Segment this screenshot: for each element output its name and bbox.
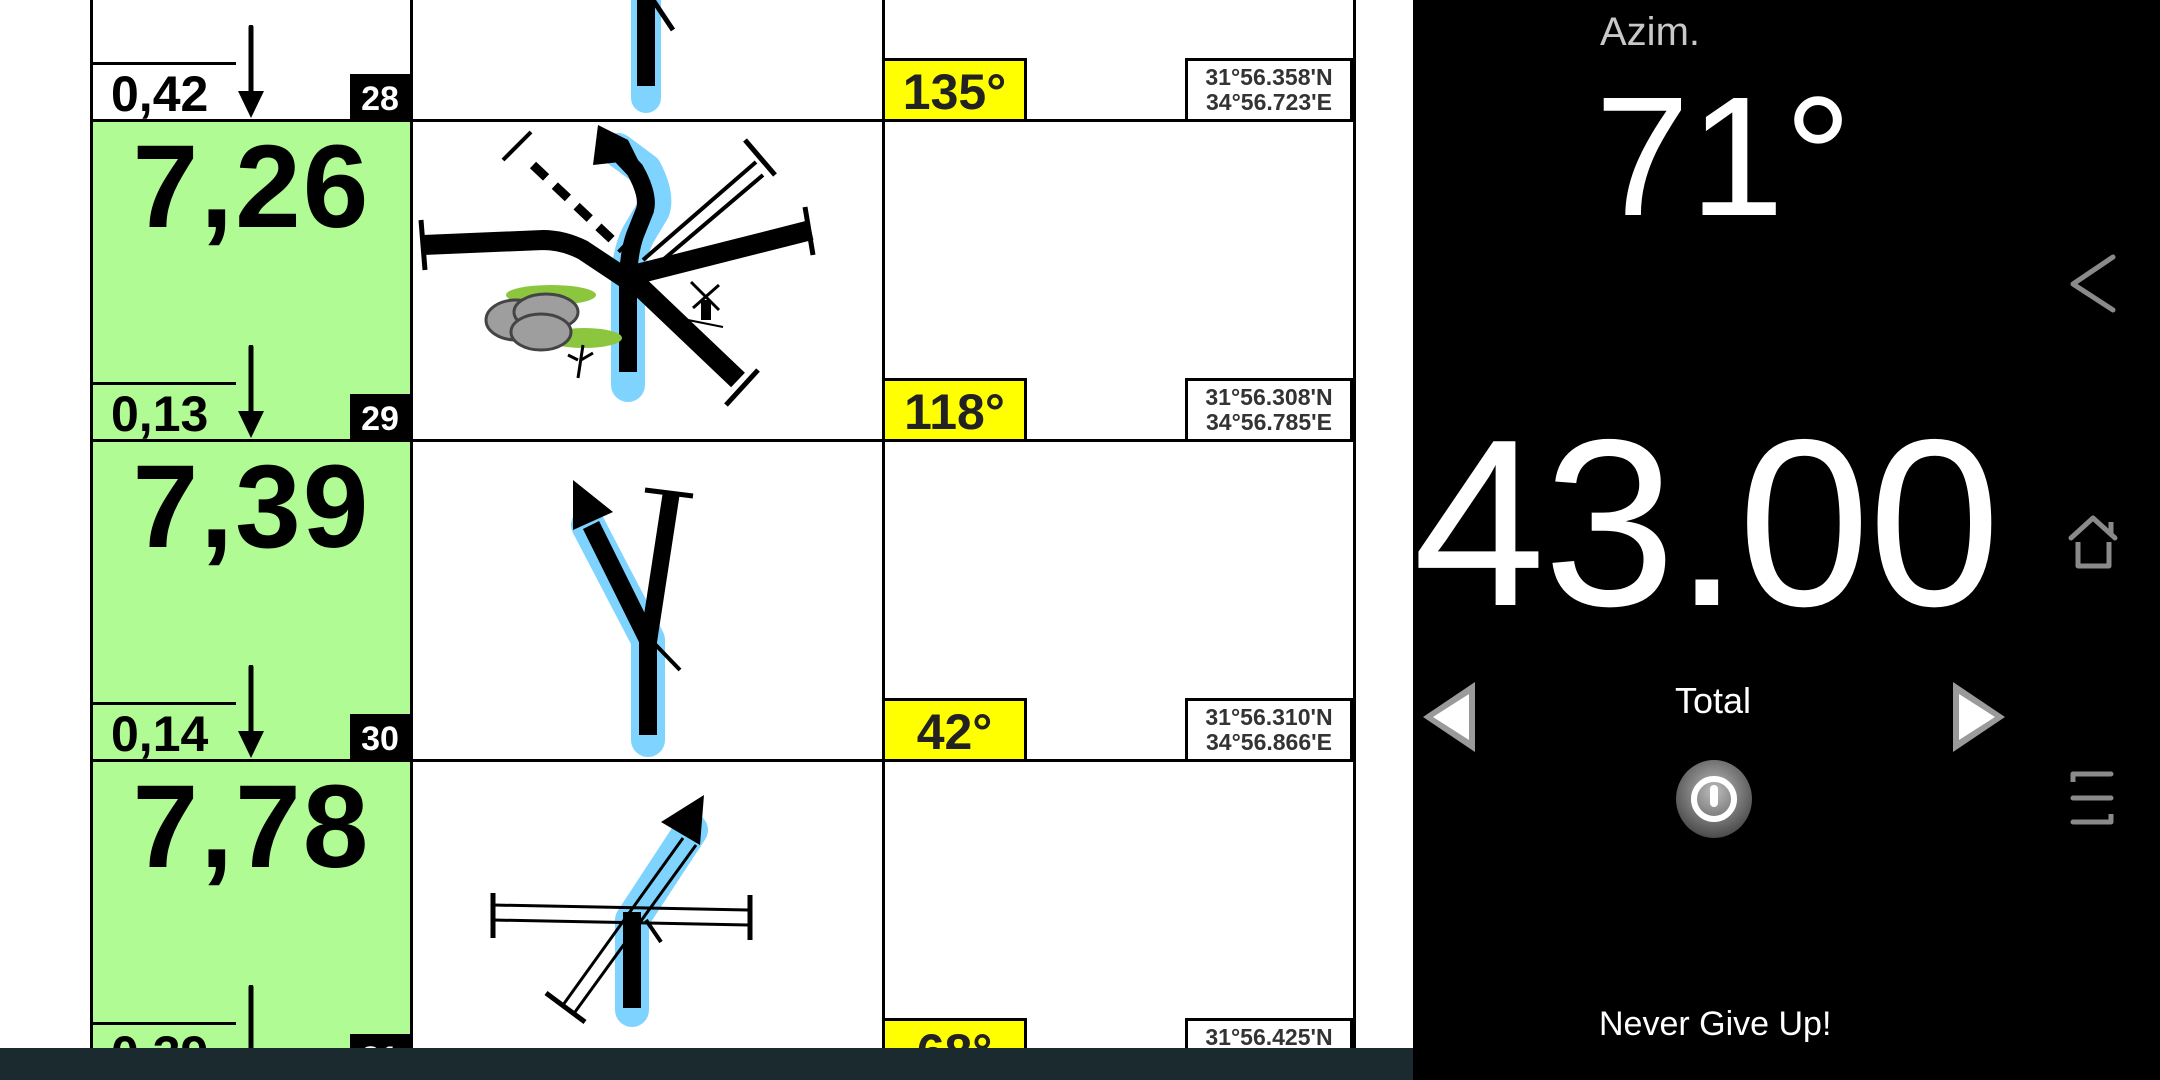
longitude: 34°56.723'E: [1206, 89, 1332, 115]
latitude: 31°56.308'N: [1205, 384, 1333, 410]
straight-path-symbol: [631, 0, 676, 113]
cumulative-distance: 7,39: [132, 441, 371, 573]
down-arrow-icon: [238, 345, 264, 438]
control-number: 28: [350, 74, 410, 120]
latitude: 31°56.358'N: [1205, 64, 1333, 90]
leg-distance: 0,42: [93, 62, 236, 122]
row-divider: [90, 759, 1356, 762]
latitude: 31°56.425'N: [1205, 1024, 1333, 1050]
coordinates-box: 31°56.308'N 34°56.785'E: [1185, 378, 1353, 440]
coordinates-box: 31°56.358'N 34°56.723'E: [1185, 58, 1353, 120]
coordinates-box: 31°56.310'N 34°56.866'E: [1185, 698, 1353, 760]
home-button[interactable]: [2053, 500, 2133, 580]
back-icon: [2070, 254, 2116, 313]
azimuth-label: Azim.: [1600, 10, 1700, 54]
next-mode-button[interactable]: [1949, 680, 2009, 754]
distance-cell: 7,26 0,13 29: [90, 120, 413, 442]
roadbook-row: 7,78 0,39 31 68°: [90, 760, 1356, 1080]
odometer-panel: Azim. 71° 43.00 Total Never Give Up!: [1413, 0, 2160, 1080]
power-icon: [1676, 760, 1752, 838]
azimuth-box: 42°: [882, 698, 1027, 760]
roadbook-row: 7,39 0,14 30 42° 31°56.310'N 34°56.866'E: [90, 440, 1356, 762]
total-distance-value: 43.00: [1413, 391, 2001, 656]
info-cell: 118° 31°56.308'N 34°56.785'E: [882, 120, 1356, 440]
triangle-left-icon: [1423, 682, 1475, 752]
azimuth-box: 118°: [882, 378, 1027, 440]
cumulative-distance: 7,26: [132, 121, 371, 253]
home-icon: [2068, 515, 2118, 569]
fork-left-symbol: [571, 480, 694, 757]
row-divider: [90, 119, 1356, 122]
tulip-diagram: [413, 0, 882, 120]
tulip-diagram: [413, 120, 882, 440]
azimuth-value: 71°: [1595, 62, 1853, 252]
latitude: 31°56.310'N: [1205, 704, 1333, 730]
distance-cell: 0,42 28: [90, 0, 413, 122]
down-arrow-icon: [238, 25, 264, 118]
motto-text: Never Give Up!: [1599, 1005, 1832, 1043]
triangle-right-icon: [1953, 682, 2005, 752]
info-cell: 42° 31°56.310'N 34°56.866'E: [882, 440, 1356, 760]
control-number: 29: [350, 394, 410, 440]
leg-distance: 0,13: [93, 382, 236, 442]
tulip-diagram: [413, 760, 882, 1080]
menu-button[interactable]: [2053, 758, 2133, 838]
longitude: 34°56.866'E: [1206, 729, 1332, 755]
roadbook-sheet: 0,42 28 135° 31°56.358'N 34°56.723'E 7,2…: [0, 0, 1413, 1080]
info-cell: 135° 31°56.358'N 34°56.723'E: [882, 0, 1356, 120]
power-button[interactable]: [1675, 760, 1753, 838]
windmill-icon: [687, 280, 724, 328]
longitude: 34°56.785'E: [1206, 409, 1332, 435]
azimuth-box: 135°: [882, 58, 1027, 120]
bottom-bar: [0, 1048, 1413, 1080]
cumulative-distance: 7,78: [132, 761, 371, 893]
distance-cell: 7,78 0,39 31: [90, 760, 413, 1080]
tulip-diagram: [413, 440, 882, 760]
menu-icon: [2070, 771, 2114, 825]
multi-junction-symbol: [418, 125, 816, 407]
control-number: 30: [350, 714, 410, 760]
roadbook-row: 0,42 28 135° 31°56.358'N 34°56.723'E: [90, 0, 1356, 122]
crossroad-right-symbol: [490, 795, 753, 1027]
leg-distance: 0,14: [93, 702, 236, 762]
back-button[interactable]: [2053, 242, 2133, 322]
mode-label: Total: [1675, 680, 1752, 721]
roadbook-row: 7,26 0,13 29 118° 31°56.308'N 34°56.785'…: [90, 120, 1356, 442]
down-arrow-icon: [238, 665, 264, 758]
previous-mode-button[interactable]: [1419, 680, 1479, 754]
row-divider: [90, 439, 1356, 442]
distance-cell: 7,39 0,14 30: [90, 440, 413, 762]
info-cell: 68° 31°56.425'N: [882, 760, 1356, 1080]
